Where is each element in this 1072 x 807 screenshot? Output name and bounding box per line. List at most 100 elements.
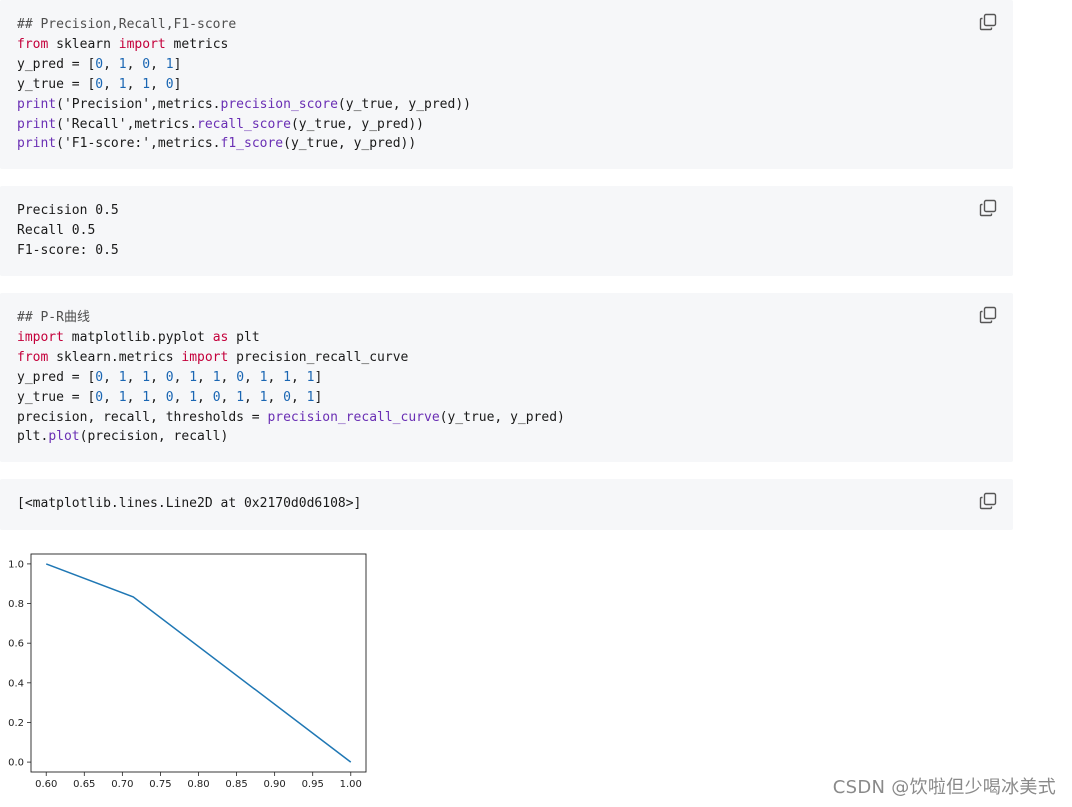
code-token: plt.	[17, 429, 49, 445]
code-token: ('F1-score:',metrics.	[56, 136, 221, 152]
code-token: ,	[150, 389, 166, 405]
code-token: ,	[244, 369, 260, 385]
code-token: Recall 0.5	[17, 222, 96, 238]
chart-axes: 0.60 0.65 0.70 0.75 0.80 0.85 0.90 0.95 1.00 0.0 0…	[8, 553, 367, 790]
code-token: 0	[283, 389, 291, 405]
code-line: import matplotlib.pyplot as plt	[17, 330, 260, 345]
output-text: [<matplotlib.lines.Line2D at 0x2170d0d61…	[0, 479, 1013, 514]
copy-icon[interactable]	[979, 199, 997, 217]
code-token: ]	[314, 369, 323, 385]
code-token: 1	[118, 76, 127, 92]
code-token: 0	[212, 389, 221, 405]
x-tick-label: 0.80	[187, 779, 209, 790]
code-token: plt	[228, 329, 260, 345]
code-text: ## P-R曲线 import matplotlib.pyplot as plt…	[0, 293, 1013, 447]
code-token: 1	[118, 389, 127, 405]
output-cell-metrics: Precision 0.5 Recall 0.5 F1-score: 0.5	[0, 186, 1013, 276]
code-token: 1	[189, 369, 198, 385]
code-token: recall_score	[197, 116, 291, 132]
code-token: ## P-R曲线	[17, 310, 90, 325]
code-token: ,	[103, 56, 119, 72]
code-token: ,	[150, 76, 166, 92]
pr-curve-chart: 0.60 0.65 0.70 0.75 0.80 0.85 0.90 0.95 1.00 0.0 0…	[8, 553, 367, 790]
code-line: F1-score: 0.5	[17, 243, 119, 258]
code-token: 1	[283, 369, 291, 385]
code-token: precision_recall_curve	[267, 409, 440, 425]
code-token: ,	[150, 369, 166, 385]
code-token: 0	[95, 76, 104, 92]
series-line	[45, 563, 352, 763]
code-token: ,	[126, 76, 143, 92]
code-token: ,	[103, 369, 119, 385]
code-token: 0	[95, 56, 104, 72]
code-token: ,	[267, 369, 284, 385]
code-line: plt.plot(precision, recall)	[17, 429, 228, 444]
code-token: 1	[189, 389, 198, 405]
code-token: precision_recall_curve	[228, 349, 409, 365]
y-tick-label: 1.0	[8, 559, 24, 570]
code-line: y_true = [0, 1, 1, 0]	[17, 77, 181, 92]
copy-icon[interactable]	[979, 13, 997, 31]
code-token: Precision 0.5	[17, 203, 119, 218]
code-token: ,	[126, 389, 143, 405]
code-token: 1	[259, 369, 268, 385]
code-line: Recall 0.5	[17, 223, 95, 238]
code-line: from sklearn.metrics import precision_re…	[17, 350, 408, 365]
code-token: print	[17, 96, 57, 112]
code-token: 0	[165, 389, 174, 405]
code-line: from sklearn import metrics	[17, 37, 228, 52]
code-token: 1	[259, 389, 268, 405]
watermark: CSDN @饮啦但少喝冰美式	[832, 777, 1056, 798]
code-token: (y_true, y_pred))	[337, 96, 471, 112]
code-line: Precision 0.5	[17, 203, 119, 218]
code-token: 0	[95, 389, 104, 405]
code-token: (y_true, y_pred))	[283, 136, 417, 152]
code-token: print	[17, 136, 57, 152]
code-line: ## Precision,Recall,F1-score	[17, 17, 236, 32]
code-token: 1	[212, 369, 221, 385]
code-token: matplotlib.pyplot	[63, 329, 213, 345]
x-tick-label: 0.70	[111, 779, 133, 790]
code-token: ,	[173, 389, 190, 405]
code-token: ,	[150, 56, 166, 72]
y-tick-label: 0.0	[8, 758, 24, 769]
code-token: from	[17, 36, 49, 52]
copy-icon[interactable]	[979, 306, 997, 324]
code-token: [<matplotlib.lines.Line2D at 0x2170d0d61…	[17, 496, 362, 511]
x-tick-label: 0.95	[302, 779, 324, 790]
code-token: 0	[165, 76, 174, 92]
code-token: ]	[314, 389, 323, 405]
code-token: f1_score	[220, 136, 284, 152]
code-token: (precision, recall)	[79, 429, 229, 445]
code-token: print	[17, 116, 57, 132]
x-tick-label: 0.90	[264, 779, 286, 790]
code-line: print('Precision',metrics.precision_scor…	[17, 97, 471, 112]
output-text: Precision 0.5 Recall 0.5 F1-score: 0.5	[0, 186, 1013, 261]
x-tick-label: 0.60	[35, 779, 57, 790]
code-token: ## Precision,Recall,F1-score	[17, 17, 237, 32]
x-tick-label: 1.00	[340, 779, 362, 790]
code-token: 1	[165, 56, 174, 72]
code-token: precision_score	[220, 96, 338, 112]
code-cell-pr-curve: ## P-R曲线 import matplotlib.pyplot as plt…	[0, 293, 1013, 462]
x-tick-label: 0.75	[149, 779, 171, 790]
code-token: ,	[173, 369, 190, 385]
y-tick-label: 0.4	[8, 678, 24, 689]
code-token: y_pred = [	[17, 56, 96, 72]
code-text: ## Precision,Recall,F1-score from sklear…	[0, 0, 1013, 154]
code-token: y_true = [	[17, 76, 96, 92]
code-token: ,	[267, 389, 284, 405]
code-token: ,	[290, 389, 307, 405]
code-token: 0	[95, 369, 104, 385]
code-line: print('F1-score:',metrics.f1_score(y_tru…	[17, 136, 416, 151]
code-token: ,	[103, 389, 119, 405]
notebook-page: ## Precision,Recall,F1-score from sklear…	[0, 0, 1072, 807]
code-token: ('Precision',metrics.	[56, 96, 221, 112]
code-token: from	[17, 349, 49, 365]
code-line: y_true = [0, 1, 1, 0, 1, 0, 1, 1, 0, 1]	[17, 390, 322, 405]
code-token: import	[17, 329, 64, 345]
code-token: ,	[197, 389, 213, 405]
y-tick-label: 0.2	[8, 718, 24, 729]
copy-icon[interactable]	[979, 492, 997, 510]
code-token: F1-score: 0.5	[17, 242, 119, 258]
